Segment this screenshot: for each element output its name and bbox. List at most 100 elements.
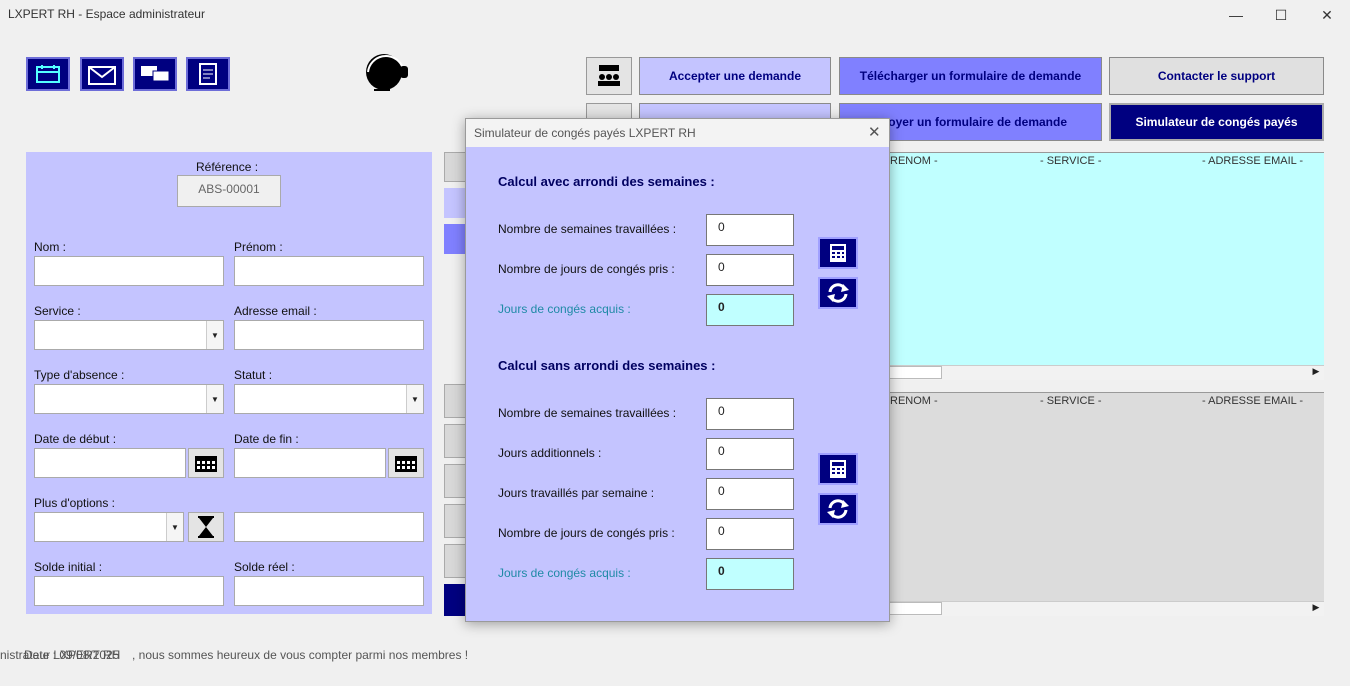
download-form-button[interactable]: Télécharger un formulaire de demande <box>839 57 1102 95</box>
chevron-down-icon: ▼ <box>206 385 223 413</box>
absence-type-label: Type d'absence : <box>34 368 125 382</box>
email-label: Adresse email : <box>234 304 317 318</box>
calculator-icon <box>830 244 846 262</box>
end-date-picker-button[interactable] <box>388 448 424 478</box>
window-title: LXPERT RH - Espace administrateur <box>8 7 205 21</box>
service-select[interactable]: ▼ <box>34 320 224 350</box>
statut-select[interactable]: ▼ <box>234 384 424 414</box>
s1-taken-input[interactable]: 0 <box>706 254 794 286</box>
options-select[interactable]: ▼ <box>34 512 184 542</box>
status-welcome-text: , nous sommes heureux de vous compter pa… <box>132 648 469 662</box>
column-header-prenom: RENOM - <box>890 395 938 407</box>
requests-list[interactable]: RENOM - - SERVICE - - ADRESSE EMAIL - ▶ <box>880 152 1324 380</box>
s2-taken-label: Nombre de jours de congés pris : <box>498 526 675 540</box>
calendar-icon <box>395 456 417 472</box>
nom-label: Nom : <box>34 240 67 254</box>
section-unrounded-title: Calcul sans arrondi des semaines : <box>498 358 716 373</box>
hourglass-icon <box>198 516 214 538</box>
prenom-field[interactable] <box>234 256 424 286</box>
calendar-icon <box>36 65 60 83</box>
s1-calculate-button[interactable] <box>818 237 858 269</box>
horizontal-scrollbar[interactable]: ▶ <box>880 601 1324 616</box>
s2-acquired-label: Jours de congés acquis : <box>498 566 631 580</box>
status-date-text: Date : 09/08/2025 <box>24 648 120 662</box>
options-label: Plus d'options : <box>34 496 116 510</box>
chevron-down-icon: ▼ <box>406 385 423 413</box>
dialog-title: Simulateur de congés payés LXPERT RH <box>474 126 696 140</box>
s1-acquired-result: 0 <box>706 294 794 326</box>
calendar-nav-button[interactable] <box>26 57 70 91</box>
s1-weeks-label: Nombre de semaines travaillées : <box>498 222 677 236</box>
absence-type-select[interactable]: ▼ <box>34 384 224 414</box>
s2-additional-label: Jours additionnels : <box>498 446 602 460</box>
history-list[interactable]: RENOM - - SERVICE - - ADRESSE EMAIL - ▶ <box>880 392 1324 616</box>
chevron-down-icon: ▼ <box>206 321 223 349</box>
s2-calculate-button[interactable] <box>818 453 858 485</box>
start-date-field[interactable] <box>34 448 186 478</box>
column-header-service: - SERVICE - <box>1040 155 1102 167</box>
reference-field: ABS-00001 <box>177 175 281 207</box>
chat-icon <box>141 66 170 82</box>
maximize-button[interactable]: ☐ <box>1258 4 1304 26</box>
column-header-email: - ADRESSE EMAIL - <box>1202 395 1304 407</box>
s1-acquired-label: Jours de congés acquis : <box>498 302 631 316</box>
section-rounded-title: Calcul avec arrondi des semaines : <box>498 174 715 189</box>
real-balance-field[interactable] <box>234 576 424 606</box>
email-field[interactable] <box>234 320 424 350</box>
s2-weeks-label: Nombre de semaines travaillées : <box>498 406 677 420</box>
s2-reset-button[interactable] <box>818 493 858 525</box>
chat-nav-button[interactable] <box>133 57 177 91</box>
mail-nav-button[interactable] <box>80 57 124 91</box>
initial-balance-label: Solde initial : <box>34 560 103 574</box>
statut-label: Statut : <box>234 368 273 382</box>
leave-simulator-dialog: Simulateur de congés payés LXPERT RH ✕ C… <box>465 118 890 622</box>
column-header-prenom: RENOM - <box>890 155 938 167</box>
horizontal-scrollbar[interactable]: ▶ <box>880 365 1324 380</box>
title-bar: LXPERT RH - Espace administrateur — ☐ ✕ <box>0 0 1350 30</box>
refresh-icon <box>827 283 849 303</box>
start-date-label: Date de début : <box>34 432 117 446</box>
scroll-right-arrow-icon[interactable]: ▶ <box>1308 602 1324 615</box>
close-window-button[interactable]: ✕ <box>1304 4 1350 26</box>
end-date-label: Date de fin : <box>234 432 299 446</box>
calendar-icon <box>195 456 217 472</box>
document-icon <box>199 63 217 85</box>
s2-weeks-input[interactable]: 0 <box>706 398 794 430</box>
real-balance-label: Solde réel : <box>234 560 295 574</box>
document-nav-button[interactable] <box>186 57 230 91</box>
s2-acquired-result: 0 <box>706 558 794 590</box>
s2-perweek-label: Jours travaillés par semaine : <box>498 486 655 500</box>
prenom-label: Prénom : <box>234 240 283 254</box>
start-date-picker-button[interactable] <box>188 448 224 478</box>
calculator-icon <box>830 460 846 478</box>
leave-simulator-button[interactable]: Simulateur de congés payés <box>1109 103 1324 141</box>
s2-perweek-input[interactable]: 0 <box>706 478 794 510</box>
minimize-button[interactable]: — <box>1213 4 1259 26</box>
options-detail-field[interactable] <box>234 512 424 542</box>
s2-additional-input[interactable]: 0 <box>706 438 794 470</box>
duration-button[interactable] <box>188 512 224 542</box>
s2-taken-input[interactable]: 0 <box>706 518 794 550</box>
reference-label: Référence : <box>196 160 259 174</box>
contact-support-button[interactable]: Contacter le support <box>1109 57 1324 95</box>
dialog-title-bar: Simulateur de congés payés LXPERT RH ✕ <box>466 119 889 147</box>
column-header-email: - ADRESSE EMAIL - <box>1202 155 1304 167</box>
column-header-service: - SERVICE - <box>1040 395 1102 407</box>
s1-taken-label: Nombre de jours de congés pris : <box>498 262 675 276</box>
team-button[interactable] <box>586 57 632 95</box>
support-headset-icon <box>360 50 412 94</box>
initial-balance-field[interactable] <box>34 576 224 606</box>
close-icon[interactable]: ✕ <box>868 123 881 141</box>
request-form-panel: Référence : ABS-00001 Nom : Prénom : Ser… <box>26 152 432 614</box>
s1-weeks-input[interactable]: 0 <box>706 214 794 246</box>
accept-request-button[interactable]: Accepter une demande <box>639 57 831 95</box>
nom-field[interactable] <box>34 256 224 286</box>
chevron-down-icon: ▼ <box>166 513 183 541</box>
scroll-right-arrow-icon[interactable]: ▶ <box>1308 366 1324 379</box>
team-icon <box>598 65 620 86</box>
refresh-icon <box>827 499 849 519</box>
service-label: Service : <box>34 304 81 318</box>
envelope-icon <box>88 66 116 85</box>
s1-reset-button[interactable] <box>818 277 858 309</box>
end-date-field[interactable] <box>234 448 386 478</box>
